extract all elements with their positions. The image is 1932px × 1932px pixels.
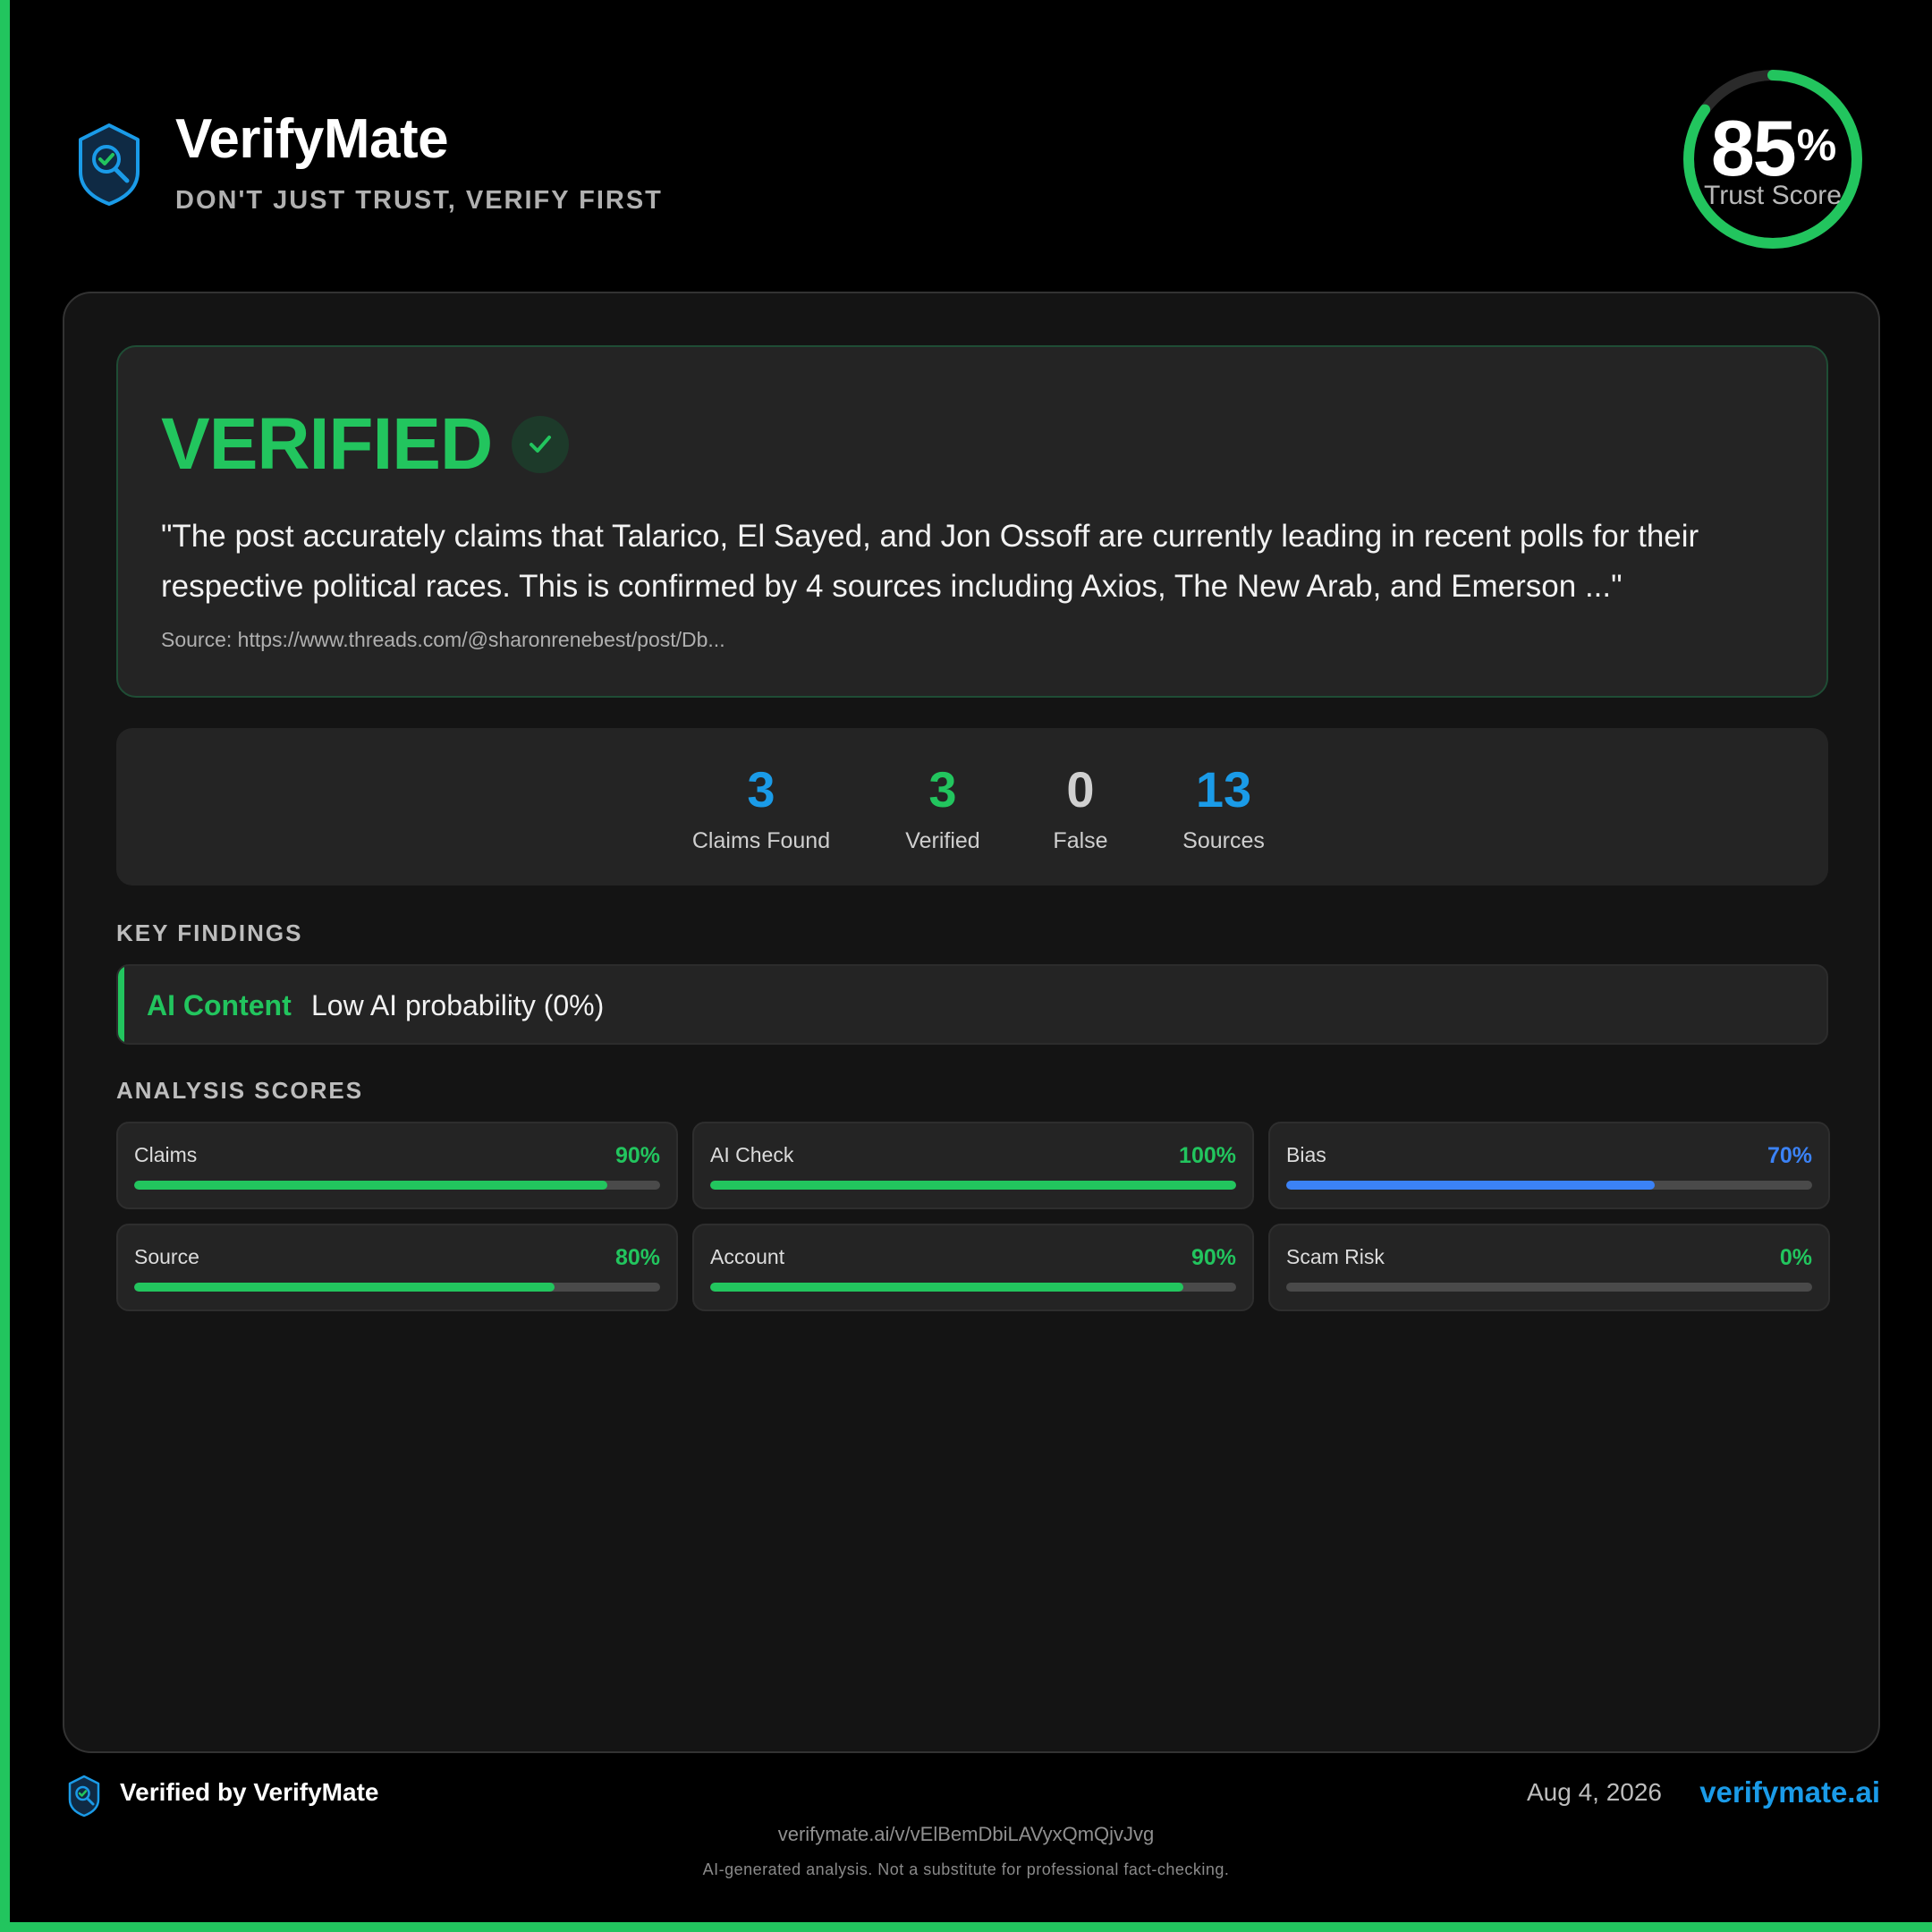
finding-type: AI Content: [147, 989, 292, 1021]
score-track: [710, 1283, 1236, 1292]
score-label: Scam Risk: [1286, 1245, 1385, 1268]
stat-false: 0 False: [1027, 760, 1134, 854]
trust-score-value: 85%: [1710, 104, 1836, 192]
trust-score-label: Trust Score: [1704, 181, 1842, 210]
score-label: AI Check: [710, 1143, 794, 1166]
key-findings-heading: KEY FINDINGS: [116, 919, 303, 946]
frame-bottom-accent: [0, 1922, 1932, 1932]
check-icon: [512, 416, 570, 473]
stat-value: 13: [1195, 761, 1252, 818]
shield-search-icon: [79, 123, 140, 206]
brand-tagline: DON'T JUST TRUST, VERIFY FIRST: [175, 186, 663, 215]
score-label: Bias: [1286, 1143, 1326, 1166]
frame-left-accent: [0, 0, 10, 1932]
stat-claims-found: 3 Claims Found: [685, 760, 837, 854]
finding-text: Low AI probability (0%): [311, 989, 605, 1021]
score-track: [710, 1181, 1236, 1190]
verdict-source-link[interactable]: Source: https://www.threads.com/@sharonr…: [161, 628, 725, 652]
stat-label: Verified: [905, 828, 980, 853]
stat-value: 3: [747, 761, 775, 818]
score-label: Account: [710, 1245, 785, 1268]
trust-score-gauge: 85% Trust Score: [1682, 68, 1864, 250]
score-track: [1286, 1283, 1812, 1292]
stats-panel: 3 Claims Found 3 Verified 0 False 13 Sou…: [116, 728, 1828, 886]
stat-sources: 13 Sources: [1161, 760, 1286, 854]
score-track: [1286, 1181, 1812, 1190]
stat-label: False: [1053, 828, 1108, 853]
analysis-scores-heading: ANALYSIS SCORES: [116, 1077, 364, 1104]
stat-label: Sources: [1182, 828, 1265, 853]
score-track: [134, 1181, 660, 1190]
score-value: 80%: [614, 1245, 660, 1270]
score-card-claims: Claims 90%: [116, 1122, 678, 1209]
score-label: Source: [134, 1245, 199, 1268]
score-fill: [1286, 1181, 1655, 1190]
report-card: VERIFIED "The post accurately claims tha…: [63, 292, 1880, 1753]
verdict-title: VERIFIED: [161, 403, 493, 485]
stat-label: Claims Found: [691, 828, 831, 853]
score-card-scam-risk: Scam Risk 0%: [1268, 1224, 1830, 1311]
score-card-ai-check: AI Check 100%: [692, 1122, 1254, 1209]
brand-name: VerifyMate: [175, 108, 449, 170]
score-fill: [710, 1283, 1184, 1292]
score-label: Claims: [134, 1143, 198, 1166]
finding-item: AI Content Low AI probability (0%): [116, 964, 1828, 1045]
footer-date: Aug 4, 2026: [1526, 1778, 1662, 1806]
report-permalink[interactable]: verifymate.ai/v/vElBemDbiLAVyxQmQjvJvg: [0, 1823, 1932, 1846]
score-fill: [134, 1181, 608, 1190]
score-value: 90%: [614, 1143, 660, 1168]
score-value: 70%: [1767, 1143, 1812, 1168]
footer-domain-link[interactable]: verifymate.ai: [1699, 1775, 1880, 1809]
stat-value: 0: [1066, 761, 1095, 818]
trust-score-unit: %: [1796, 120, 1836, 170]
score-value: 100%: [1179, 1143, 1236, 1168]
score-fill: [134, 1283, 555, 1292]
verdict-panel: VERIFIED "The post accurately claims tha…: [116, 345, 1828, 698]
stat-value: 3: [928, 761, 957, 818]
footer-disclaimer: AI-generated analysis. Not a substitute …: [702, 1860, 1230, 1878]
score-card-account: Account 90%: [692, 1224, 1254, 1311]
score-card-bias: Bias 70%: [1268, 1122, 1830, 1209]
finding-accent-bar: [118, 966, 124, 1043]
header: VerifyMate DON'T JUST TRUST, VERIFY FIRS…: [75, 108, 663, 216]
footer-verified-by: Verified by VerifyMate: [120, 1778, 379, 1806]
shield-search-icon: [68, 1775, 100, 1818]
score-card-source: Source 80%: [116, 1224, 678, 1311]
score-value: 90%: [1191, 1245, 1236, 1270]
score-fill: [710, 1181, 1236, 1190]
score-value: 0%: [1779, 1245, 1812, 1270]
verdict-summary: "The post accurately claims that Talaric…: [161, 519, 1699, 604]
score-track: [134, 1283, 660, 1292]
stat-verified: 3 Verified: [878, 760, 1007, 854]
